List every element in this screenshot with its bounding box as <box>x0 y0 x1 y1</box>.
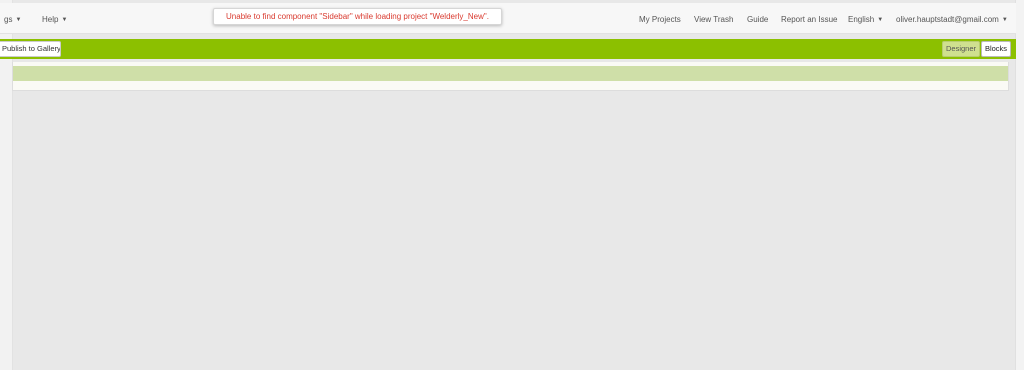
top-navigation-bar: gs ▼ Help ▼ My Projects View Trash Guide R… <box>0 3 1016 34</box>
settings-menu-label: gs <box>4 15 13 24</box>
language-menu[interactable]: English ▼ <box>848 13 883 27</box>
settings-menu[interactable]: gs ▼ <box>4 13 21 27</box>
chevron-down-icon: ▼ <box>1001 17 1008 23</box>
guide-link[interactable]: Guide <box>747 13 768 27</box>
designer-button[interactable]: Designer <box>942 41 980 57</box>
blocks-button[interactable]: Blocks <box>981 41 1011 57</box>
workspace-header-bar <box>13 66 1008 81</box>
account-email: oliver.hauptstadt@gmail.com <box>896 15 999 24</box>
publish-to-gallery-button[interactable]: Publish to Gallery <box>0 41 61 57</box>
my-projects-link[interactable]: My Projects <box>639 13 681 27</box>
publish-button-label: Publish to Gallery <box>2 44 61 53</box>
language-label: English <box>848 15 875 24</box>
chevron-down-icon: ▼ <box>15 17 22 23</box>
vertical-scrollbar[interactable] <box>1015 0 1024 370</box>
help-menu[interactable]: Help ▼ <box>42 13 67 27</box>
chevron-down-icon: ▼ <box>877 17 884 23</box>
project-toolbar: Publish to Gallery Designer Blocks <box>0 39 1016 59</box>
workspace-header-panel <box>12 62 1009 91</box>
account-menu[interactable]: oliver.hauptstadt@gmail.com ▼ <box>896 13 1008 27</box>
report-issue-link[interactable]: Report an Issue <box>781 13 837 27</box>
view-trash-link[interactable]: View Trash <box>694 13 733 27</box>
error-message-toast: Unable to find component "Sidebar" while… <box>213 8 502 25</box>
chevron-down-icon: ▼ <box>61 17 68 23</box>
help-menu-label: Help <box>42 15 59 24</box>
